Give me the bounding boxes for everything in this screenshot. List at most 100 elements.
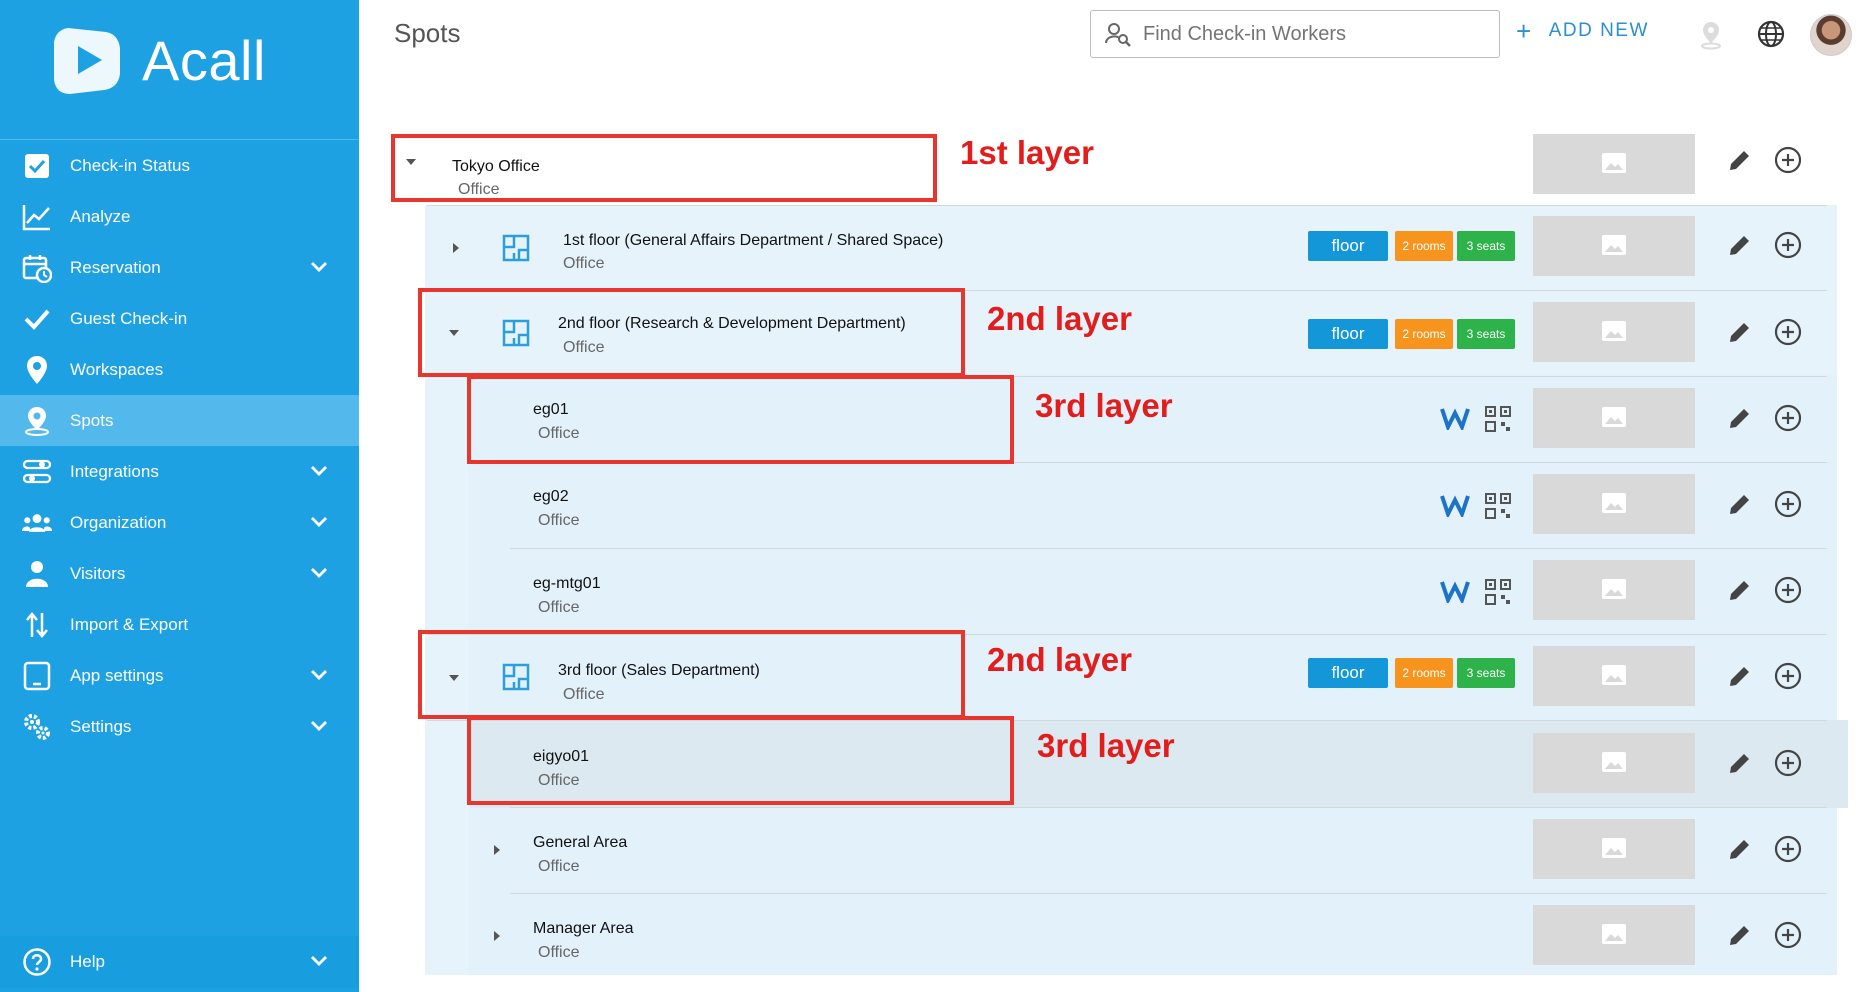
row-divider [510,807,1827,808]
chevron-down-icon[interactable] [309,716,329,736]
spot-thumbnail[interactable] [1533,302,1695,362]
caret-right-icon[interactable] [449,241,463,255]
sidebar-item-label: Integrations [70,461,159,481]
spot-thumbnail[interactable] [1533,733,1695,793]
sidebar-item-label: Check-in Status [70,155,190,175]
sidebar-item-settings[interactable]: Settings [0,701,359,752]
chevron-down-icon[interactable] [309,951,329,971]
add-circle-icon[interactable] [1774,749,1802,777]
w-service-icon[interactable] [1440,579,1470,603]
add-new-button[interactable]: + ADD NEW [1516,18,1649,44]
spot-thumbnail[interactable] [1533,646,1695,706]
search-input[interactable] [1141,21,1485,47]
sidebar-item-spots[interactable]: Spots [0,395,359,446]
spot-thumbnail[interactable] [1533,819,1695,879]
row-divider [510,548,1827,549]
sidebar-item-visitors[interactable]: Visitors [0,548,359,599]
edit-pencil-icon[interactable] [1727,577,1753,603]
add-circle-icon[interactable] [1774,490,1802,518]
spot-type: Office [538,512,580,529]
sidebar-item-organization[interactable]: Organization [0,497,359,548]
spot-thumbnail[interactable] [1533,560,1695,620]
annotation-box-layer-3 [467,716,1014,805]
help-icon [22,947,52,977]
edit-pencil-icon[interactable] [1727,232,1753,258]
chevron-down-icon[interactable] [309,512,329,532]
annotation-box-layer-2 [418,630,965,719]
spot-name[interactable]: eg-mtg01 [533,575,601,593]
annotation-label: 3rd layer [1035,387,1173,424]
spot-thumbnail[interactable] [1533,216,1695,276]
spot-name[interactable]: General Area [533,834,627,852]
row-divider [427,205,1827,206]
edit-pencil-icon[interactable] [1727,750,1753,776]
chevron-down-icon[interactable] [309,257,329,277]
w-service-icon[interactable] [1440,493,1470,517]
sidebar-item-help[interactable]: Help [0,936,359,988]
sidebar-item-integrations[interactable]: Integrations [0,446,359,497]
brand-logo[interactable]: Acall [48,22,266,98]
sidebar-item-reservation[interactable]: Reservation [0,242,359,293]
image-icon [1602,153,1626,173]
annotation-label: 1st layer [960,134,1094,171]
sidebar-item-import-export[interactable]: Import & Export [0,599,359,650]
integrations-icon [22,457,52,487]
search-box[interactable] [1090,10,1500,58]
spot-thumbnail[interactable] [1533,388,1695,448]
add-circle-icon[interactable] [1774,318,1802,346]
add-circle-icon[interactable] [1774,921,1802,949]
spot-thumbnail[interactable] [1533,905,1695,965]
chevron-down-icon[interactable] [309,563,329,583]
sidebar-item-workspaces[interactable]: Workspaces [0,344,359,395]
caret-right-icon[interactable] [490,929,504,943]
add-circle-icon[interactable] [1774,835,1802,863]
edit-pencil-icon[interactable] [1727,147,1753,173]
avatar[interactable] [1810,14,1852,56]
rooms-badge: 2 rooms [1395,658,1453,688]
floor-badge: floor [1308,319,1388,349]
spot-name[interactable]: Manager Area [533,920,634,938]
edit-pencil-icon[interactable] [1727,319,1753,345]
qr-code-icon[interactable] [1485,493,1511,519]
chevron-down-icon[interactable] [309,665,329,685]
image-icon [1602,407,1626,427]
acall-logo-icon [54,28,120,94]
qr-code-icon[interactable] [1485,406,1511,432]
add-circle-icon[interactable] [1774,146,1802,174]
edit-pencil-icon[interactable] [1727,405,1753,431]
sidebar-item-label: Help [70,952,105,971]
edit-pencil-icon[interactable] [1727,922,1753,948]
caret-right-icon[interactable] [490,843,504,857]
spot-pin-icon [22,406,52,436]
sidebar-item-app-settings[interactable]: App settings [0,650,359,701]
annotation-box-layer-2 [418,288,965,377]
sidebar-item-label: Workspaces [70,359,164,379]
edit-pencil-icon[interactable] [1727,663,1753,689]
spot-type: Office [563,255,605,272]
add-circle-icon[interactable] [1774,231,1802,259]
sidebar-item-label: Analyze [70,206,131,226]
calendar-clock-icon [22,253,52,283]
chart-line-icon [22,202,52,232]
floor-plan-icon [502,234,530,262]
sidebar-item-analyze[interactable]: Analyze [0,191,359,242]
image-icon [1602,321,1626,341]
w-service-icon[interactable] [1440,406,1470,430]
edit-pencil-icon[interactable] [1727,491,1753,517]
add-circle-icon[interactable] [1774,662,1802,690]
edit-pencil-icon[interactable] [1727,836,1753,862]
chevron-down-icon[interactable] [309,461,329,481]
spot-name[interactable]: eg02 [533,488,569,506]
spot-name[interactable]: 1st floor (General Affairs Department / … [563,232,943,250]
location-pin-icon[interactable] [1698,20,1724,50]
sidebar-item-check-in-status[interactable]: Check-in Status [0,140,359,191]
seats-badge: 3 seats [1457,658,1515,688]
sidebar-item-label: Guest Check-in [70,308,188,328]
add-circle-icon[interactable] [1774,576,1802,604]
spot-thumbnail[interactable] [1533,134,1695,194]
add-circle-icon[interactable] [1774,404,1802,432]
sidebar-item-guest-check-in[interactable]: Guest Check-in [0,293,359,344]
spot-thumbnail[interactable] [1533,474,1695,534]
qr-code-icon[interactable] [1485,579,1511,605]
globe-icon[interactable] [1757,20,1785,48]
